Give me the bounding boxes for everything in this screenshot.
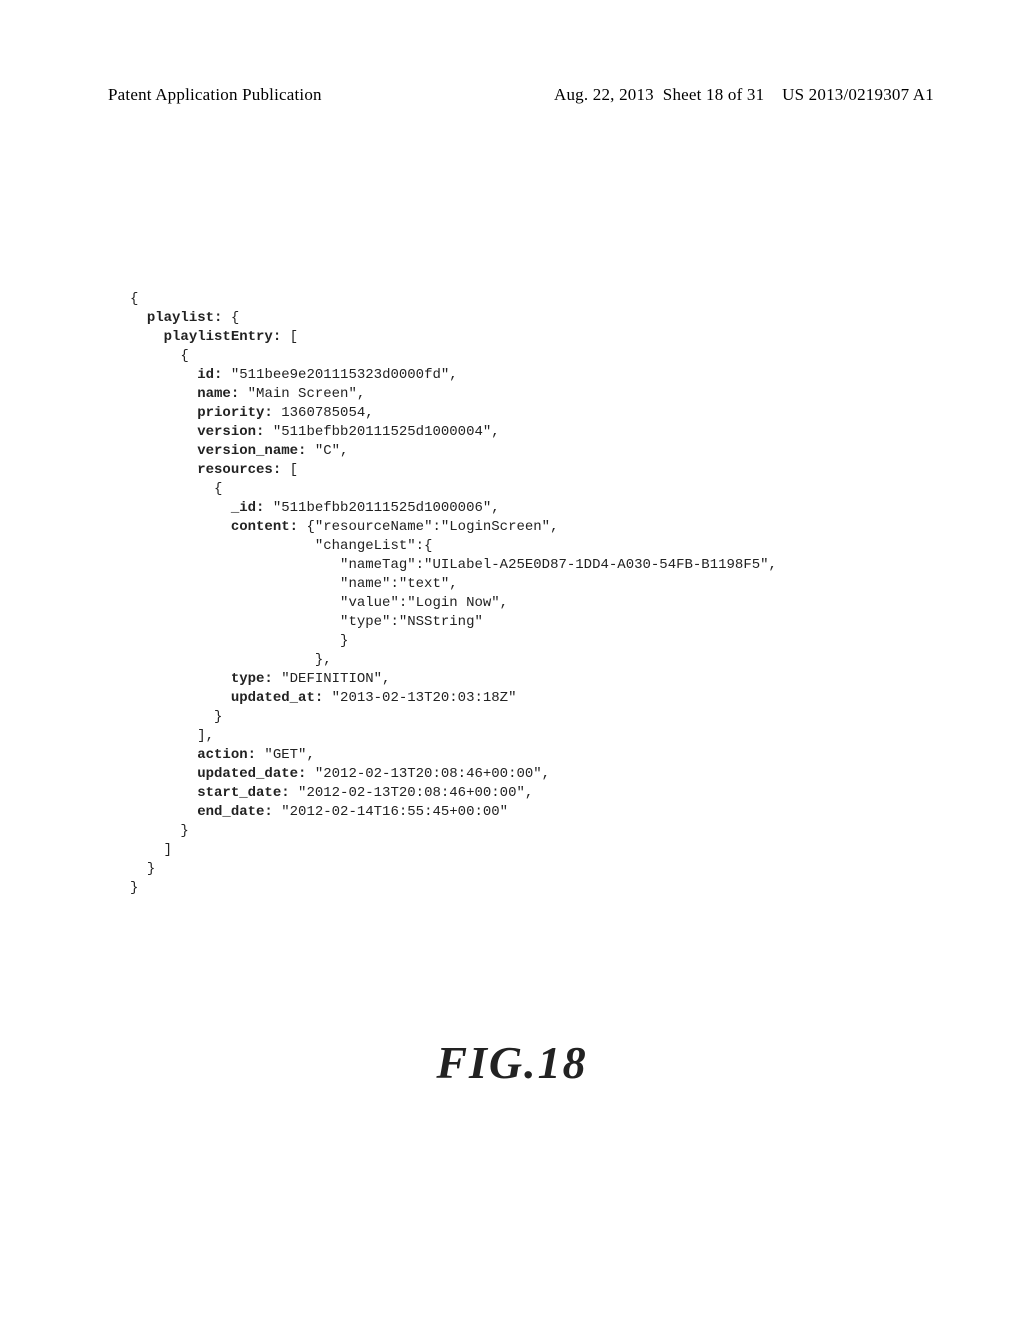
name-key: name:: [197, 386, 239, 402]
resources-key: resources:: [197, 462, 281, 478]
start-date-key: start_date:: [197, 785, 289, 801]
playlistentry-key: playlistEntry:: [164, 329, 282, 345]
entry-close: }: [180, 823, 188, 839]
updated-date-key: updated_date:: [197, 766, 306, 782]
res-id-key: _id:: [231, 500, 265, 516]
resources-close: ],: [197, 728, 214, 744]
start-date-val: "2012-02-13T20:08:46+00:00",: [290, 785, 534, 801]
header-right: Aug. 22, 2013 Sheet 18 of 31 US 2013/021…: [554, 85, 934, 105]
updated-date-val: "2012-02-13T20:08:46+00:00",: [306, 766, 550, 782]
content-key: content:: [231, 519, 298, 535]
page-header: Patent Application Publication Aug. 22, …: [108, 85, 934, 105]
type-key: type:: [231, 671, 273, 687]
header-left: Patent Application Publication: [108, 85, 322, 105]
id-key: id:: [197, 367, 222, 383]
inner-close2: },: [315, 652, 332, 668]
playlist-key: playlist:: [147, 310, 223, 326]
res-open: {: [214, 481, 222, 497]
res-id-val: "511befbb20111525d1000006",: [264, 500, 499, 516]
content-l5: "value":"Login Now",: [340, 595, 508, 611]
version-val: "511befbb20111525d1000004",: [264, 424, 499, 440]
version-name-val: "C",: [306, 443, 348, 459]
name-val: "Main Screen",: [239, 386, 365, 402]
end-date-val: "2012-02-14T16:55:45+00:00": [273, 804, 508, 820]
id-val: "511bee9e201115323d0000fd",: [222, 367, 457, 383]
playlistentry-bracket: [: [281, 329, 298, 345]
playlist-close: }: [147, 861, 155, 877]
action-val: "GET",: [256, 747, 315, 763]
content-l6: "type":"NSString": [340, 614, 483, 630]
arr-close: ]: [164, 842, 172, 858]
content-l4: "name":"text",: [340, 576, 458, 592]
resources-bracket: [: [281, 462, 298, 478]
type-val: "DEFINITION",: [273, 671, 391, 687]
action-key: action:: [197, 747, 256, 763]
end-date-key: end_date:: [197, 804, 273, 820]
priority-key: priority:: [197, 405, 273, 421]
priority-val: 1360785054,: [273, 405, 374, 421]
inner-close1: }: [340, 633, 348, 649]
brace-open: {: [130, 291, 138, 307]
version-name-key: version_name:: [197, 443, 306, 459]
content-l2: "changeList":{: [315, 538, 433, 554]
header-docnum: US 2013/0219307 A1: [782, 85, 934, 104]
entry-open: {: [180, 348, 188, 364]
content-l1: {"resourceName":"LoginScreen",: [298, 519, 558, 535]
figure-label: FIG.18: [0, 1036, 1024, 1089]
content-l3: "nameTag":"UILabel-A25E0D87-1DD4-A030-54…: [340, 557, 777, 573]
version-key: version:: [197, 424, 264, 440]
code-block: { playlist: { playlistEntry: [ { id: "51…: [130, 290, 777, 898]
header-sheet: Sheet 18 of 31: [663, 85, 764, 104]
root-close: }: [130, 880, 138, 896]
playlist-brace: {: [222, 310, 239, 326]
updated-at-val: "2013-02-13T20:03:18Z": [323, 690, 516, 706]
updated-at-key: updated_at:: [231, 690, 323, 706]
res-close: }: [214, 709, 222, 725]
header-date: Aug. 22, 2013: [554, 85, 654, 104]
